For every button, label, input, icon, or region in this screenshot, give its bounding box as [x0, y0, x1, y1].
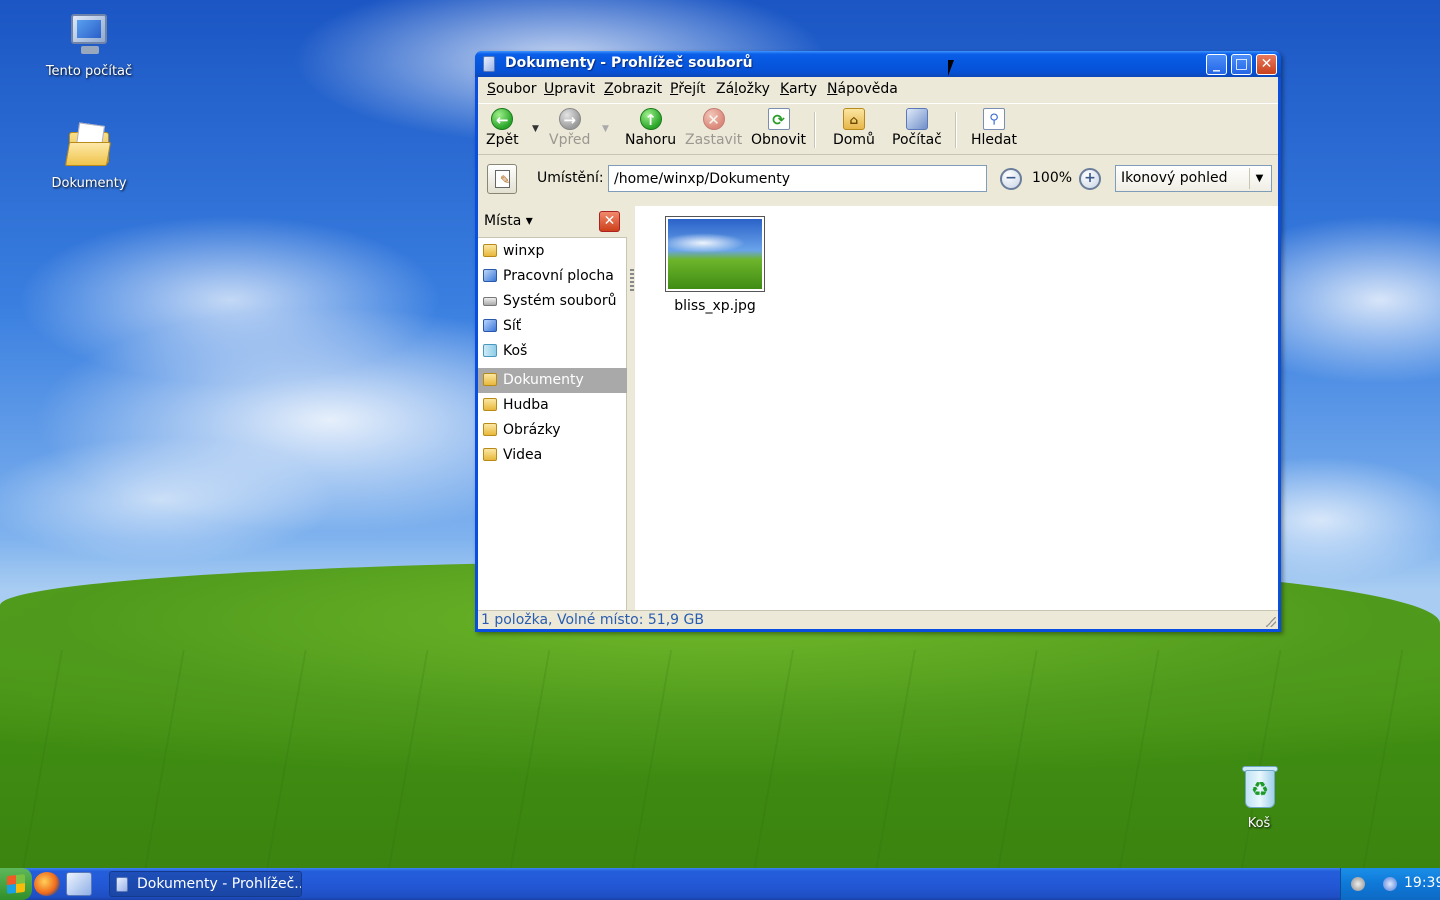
toolbar-separator — [955, 112, 957, 148]
firefox-icon[interactable] — [34, 872, 60, 896]
back-arrow-icon: ← — [491, 108, 514, 130]
desktop-icon-label: Dokumenty — [51, 176, 127, 191]
file-manager-icon — [116, 877, 128, 892]
computer-icon — [905, 108, 928, 130]
zoom-level[interactable]: 100% — [1032, 170, 1072, 186]
stop-button[interactable]: ✕ Zastavit — [685, 108, 742, 148]
reload-icon: ⟳ — [767, 108, 790, 130]
folder-icon — [483, 373, 497, 386]
zoom-in-icon[interactable]: + — [1079, 168, 1101, 190]
file-view[interactable]: bliss_xp.jpg — [635, 206, 1278, 610]
file-manager-launcher-icon[interactable] — [66, 872, 92, 896]
bluetooth-icon[interactable] — [1383, 877, 1397, 891]
menu-view[interactable]: Zobrazit — [604, 81, 662, 97]
sidebar-header: Místa ▾ ✕ — [478, 206, 627, 238]
network-icon — [483, 319, 497, 332]
search-button[interactable]: ⚲ Hledat — [971, 108, 1017, 148]
places-sidebar: Místa ▾ ✕ winxp Pracovní plocha Systém s… — [478, 206, 627, 610]
menu-tabs[interactable]: Karty — [780, 81, 817, 97]
file-manager-window: Dokumenty - Prohlížeč souborů _ □ ✕ Soub… — [475, 51, 1281, 632]
sidebar-item-filesystem[interactable]: Systém souborů — [478, 289, 627, 314]
window-titlebar[interactable]: Dokumenty - Prohlížeč souborů _ □ ✕ — [475, 51, 1281, 77]
view-mode-select[interactable]: Ikonový pohled ▼ — [1115, 165, 1272, 192]
location-bar: ✎ Umístění: − 100% + Ikonový pohled ▼ — [478, 157, 1278, 201]
desktop-icon-label: Tento počítač — [45, 64, 133, 79]
computer-button[interactable]: Počítač — [892, 108, 942, 148]
location-label: Umístění: — [537, 170, 604, 186]
menu-bookmarks[interactable]: Záložky — [716, 81, 770, 97]
start-button[interactable] — [0, 868, 32, 900]
wallpaper-field — [0, 650, 1440, 868]
windows-logo-icon — [7, 874, 25, 894]
menu-go[interactable]: Přejít — [670, 81, 706, 97]
sidebar-item-videos[interactable]: Videa — [478, 443, 627, 468]
sidebar-close-button[interactable]: ✕ — [599, 211, 620, 232]
system-tray: 19:39 — [1340, 868, 1440, 900]
clock[interactable]: 19:39 — [1404, 875, 1440, 891]
sidebar-item-network[interactable]: Síť — [478, 314, 627, 339]
sidebar-item-trash[interactable]: Koš — [478, 339, 627, 364]
trash-icon: ♻ — [1235, 762, 1283, 810]
sidebar-item-desktop[interactable]: Pracovní plocha — [478, 264, 627, 289]
maximize-button[interactable]: □ — [1231, 54, 1252, 75]
sidebar-item-documents[interactable]: Dokumenty — [478, 368, 627, 393]
menu-edit[interactable]: Upravit — [544, 81, 595, 97]
desktop-icon-trash[interactable]: ♻ Koš — [1209, 762, 1309, 831]
computer-icon — [65, 10, 113, 58]
search-icon: ⚲ — [983, 108, 1005, 130]
menu-bar: Soubor Upravit Zobrazit Přejít Záložky K… — [478, 77, 1278, 101]
reload-button[interactable]: ⟳ Obnovit — [751, 108, 806, 148]
forward-button[interactable]: → Vpřed — [549, 108, 590, 148]
toolbar: ← Zpět ▼ → Vpřed ▼ ↑ Nahoru ✕ Zastavit ⟳… — [478, 103, 1278, 155]
up-arrow-icon: ↑ — [639, 108, 662, 130]
up-button[interactable]: ↑ Nahoru — [625, 108, 676, 148]
chevron-down-icon: ▼ — [1249, 168, 1269, 189]
home-folder-icon: ⌂ — [842, 108, 865, 130]
image-thumbnail — [665, 216, 765, 292]
pane-resize-handle[interactable] — [630, 269, 634, 293]
status-bar: 1 položka, Volné místo: 51,9 GB — [478, 610, 1278, 629]
taskbar: Dokumenty - Prohlížeč... 19:39 — [0, 868, 1440, 900]
toolbar-separator — [814, 112, 816, 148]
resize-grip[interactable] — [1266, 617, 1276, 627]
pencil-icon: ✎ — [500, 173, 511, 187]
menu-help[interactable]: Nápověda — [827, 81, 898, 97]
drive-icon — [483, 297, 497, 306]
stop-icon: ✕ — [702, 108, 725, 130]
close-button[interactable]: ✕ — [1256, 54, 1277, 75]
forward-history-dropdown[interactable]: ▼ — [602, 124, 609, 134]
file-item[interactable]: bliss_xp.jpg — [665, 216, 765, 314]
desktop-icon-computer[interactable]: Tento počítač — [39, 10, 139, 79]
window-client: Soubor Upravit Zobrazit Přejít Záložky K… — [478, 77, 1278, 629]
folder-icon — [483, 423, 497, 436]
desktop-icon-label: Koš — [1247, 816, 1271, 831]
location-input[interactable] — [608, 165, 987, 192]
sidebar-item-winxp[interactable]: winxp — [478, 239, 627, 264]
file-manager-icon — [483, 56, 495, 72]
back-history-dropdown[interactable]: ▼ — [532, 124, 539, 134]
menu-file[interactable]: Soubor — [487, 81, 537, 97]
back-button[interactable]: ← Zpět — [486, 108, 519, 148]
sidebar-type-select[interactable]: Místa ▾ — [484, 213, 533, 229]
home-button[interactable]: ⌂ Domů — [833, 108, 875, 148]
taskbar-window-button[interactable]: Dokumenty - Prohlížeč... — [109, 871, 302, 897]
desktop-icon-documents[interactable]: Dokumenty — [39, 122, 139, 191]
sidebar-item-pictures[interactable]: Obrázky — [478, 418, 627, 443]
folder-icon — [483, 398, 497, 411]
window-title: Dokumenty - Prohlížeč souborů — [505, 55, 753, 71]
file-name: bliss_xp.jpg — [674, 298, 756, 314]
network-status-icon[interactable] — [1351, 877, 1365, 891]
folder-icon — [483, 448, 497, 461]
mouse-cursor — [948, 60, 960, 76]
zoom-out-icon[interactable]: − — [1000, 168, 1022, 190]
location-edit-toggle[interactable]: ✎ — [487, 164, 517, 194]
documents-folder-icon — [64, 122, 113, 170]
home-icon — [483, 244, 497, 257]
status-text: 1 položka, Volné místo: 51,9 GB — [481, 612, 704, 628]
trash-icon — [483, 344, 497, 357]
desktop-icon — [483, 269, 497, 282]
minimize-button[interactable]: _ — [1206, 54, 1227, 75]
forward-arrow-icon: → — [558, 108, 581, 130]
sidebar-item-music[interactable]: Hudba — [478, 393, 627, 418]
